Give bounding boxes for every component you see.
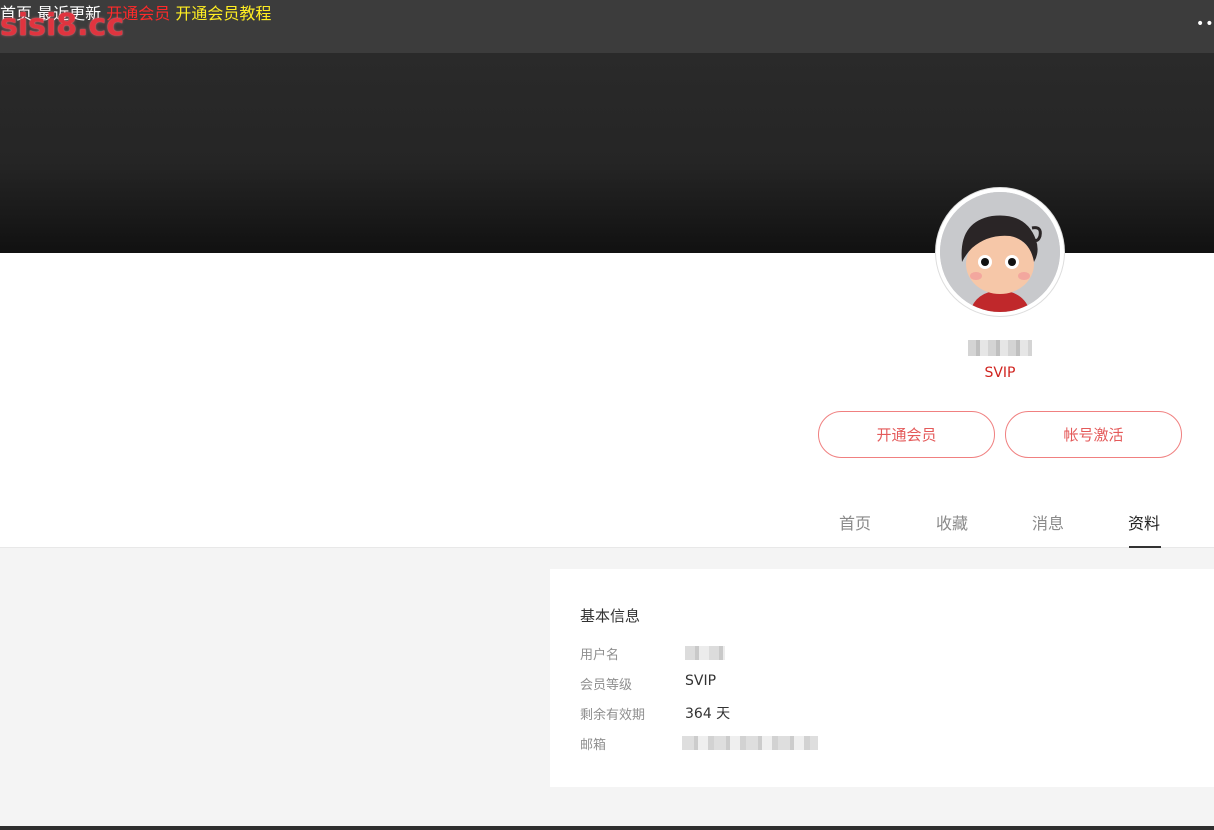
- more-icon[interactable]: ••: [1196, 16, 1214, 32]
- tab-profile[interactable]: 资料: [1128, 510, 1160, 534]
- top-nav: sisi8.cc 首页 最近更新 开通会员 开通会员教程 ••: [0, 0, 1214, 53]
- tab-home[interactable]: 首页: [839, 510, 871, 534]
- active-tab-indicator: [1129, 546, 1161, 548]
- avatar[interactable]: [936, 188, 1064, 316]
- label-remaining-validity: 剩余有效期: [580, 708, 646, 723]
- footer-edge: [0, 826, 1214, 830]
- tab-messages[interactable]: 消息: [1032, 510, 1064, 534]
- value-remaining-validity: 364 天: [685, 706, 731, 722]
- member-level: SVIP: [984, 365, 1016, 381]
- nav-vip-tutorial[interactable]: 开通会员教程: [175, 4, 271, 23]
- join-vip-button[interactable]: 开通会员: [818, 411, 995, 458]
- username-value-redacted: [685, 646, 725, 660]
- email-value-redacted: [682, 736, 818, 750]
- avatar-image: [940, 192, 1060, 312]
- card-title: 基本信息: [580, 607, 641, 625]
- cartoon-avatar-icon: [940, 192, 1060, 312]
- value-member-level: SVIP: [685, 673, 717, 689]
- activate-account-button[interactable]: 帐号激活: [1005, 411, 1182, 458]
- basic-info-card: 基本信息 用户名 会员等级 SVIP 剩余有效期 364 天 邮箱: [550, 569, 1214, 787]
- site-logo[interactable]: sisi8.cc: [0, 8, 124, 43]
- username-redacted: [968, 340, 1032, 356]
- tab-favorites[interactable]: 收藏: [936, 510, 968, 534]
- label-email: 邮箱: [580, 738, 607, 753]
- label-member-level: 会员等级: [580, 678, 633, 693]
- label-username: 用户名: [580, 648, 620, 663]
